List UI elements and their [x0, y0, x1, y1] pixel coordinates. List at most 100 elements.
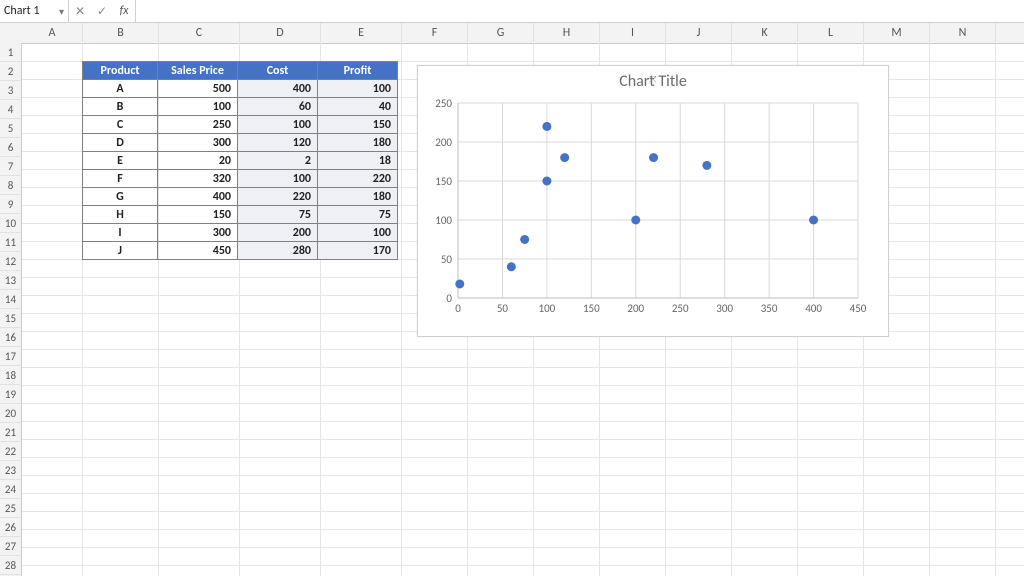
- row-header[interactable]: 23: [0, 461, 22, 480]
- row-header[interactable]: 18: [0, 366, 22, 385]
- col-header-I[interactable]: I: [600, 23, 666, 44]
- name-box[interactable]: Chart 1 ▾: [0, 0, 69, 22]
- table-cell[interactable]: J: [83, 242, 158, 260]
- row-header[interactable]: 26: [0, 518, 22, 537]
- table-cell[interactable]: 320: [158, 170, 238, 188]
- table-row[interactable]: C250100150: [83, 116, 398, 134]
- table-cell[interactable]: 280: [238, 242, 318, 260]
- row-header[interactable]: 19: [0, 385, 22, 404]
- row-header[interactable]: 24: [0, 480, 22, 499]
- table-row[interactable]: B1006040: [83, 98, 398, 116]
- row-header[interactable]: 10: [0, 214, 22, 233]
- table-header[interactable]: Product: [83, 62, 158, 80]
- row-header[interactable]: 1: [0, 43, 22, 62]
- row-header[interactable]: 12: [0, 252, 22, 271]
- table-cell[interactable]: 60: [238, 98, 318, 116]
- row-header[interactable]: 14: [0, 290, 22, 309]
- row-header[interactable]: 16: [0, 328, 22, 347]
- formula-input[interactable]: [136, 0, 1024, 22]
- col-header-M[interactable]: M: [864, 23, 930, 44]
- worksheet[interactable]: ABCDEFGHIJKLMNO 123456789101112131415161…: [0, 23, 1024, 576]
- table-cell[interactable]: 170: [318, 242, 398, 260]
- row-header[interactable]: 2: [0, 62, 22, 81]
- row-header[interactable]: 17: [0, 347, 22, 366]
- table-cell[interactable]: 75: [238, 206, 318, 224]
- embedded-chart[interactable]: ⤧ Chart Title 05010015020025005010015020…: [417, 65, 889, 337]
- col-header-K[interactable]: K: [732, 23, 798, 44]
- table-cell[interactable]: 400: [238, 80, 318, 98]
- table-cell[interactable]: 100: [238, 116, 318, 134]
- row-header[interactable]: 27: [0, 537, 22, 556]
- table-header[interactable]: Cost: [238, 62, 318, 80]
- table-cell[interactable]: B: [83, 98, 158, 116]
- col-header-L[interactable]: L: [798, 23, 864, 44]
- table-row[interactable]: D300120180: [83, 134, 398, 152]
- table-cell[interactable]: 300: [158, 224, 238, 242]
- chart-plot-area[interactable]: 0501001502002500501001502002503003504004…: [418, 93, 868, 323]
- table-cell[interactable]: 200: [238, 224, 318, 242]
- table-cell[interactable]: 450: [158, 242, 238, 260]
- table-row[interactable]: G400220180: [83, 188, 398, 206]
- select-all-corner[interactable]: [0, 23, 23, 44]
- col-header-H[interactable]: H: [534, 23, 600, 44]
- row-header[interactable]: 15: [0, 309, 22, 328]
- table-cell[interactable]: 150: [158, 206, 238, 224]
- table-cell[interactable]: 220: [318, 170, 398, 188]
- col-header-D[interactable]: D: [240, 23, 321, 44]
- table-cell[interactable]: 250: [158, 116, 238, 134]
- table-cell[interactable]: G: [83, 188, 158, 206]
- col-header-N[interactable]: N: [930, 23, 996, 44]
- table-row[interactable]: E20218: [83, 152, 398, 170]
- row-header[interactable]: 13: [0, 271, 22, 290]
- row-header[interactable]: 28: [0, 556, 22, 575]
- fx-icon[interactable]: fx: [113, 4, 135, 18]
- table-cell[interactable]: 75: [318, 206, 398, 224]
- table-cell[interactable]: 400: [158, 188, 238, 206]
- row-header[interactable]: 8: [0, 176, 22, 195]
- row-header[interactable]: 3: [0, 81, 22, 100]
- row-header[interactable]: 5: [0, 119, 22, 138]
- table-cell[interactable]: 150: [318, 116, 398, 134]
- table-cell[interactable]: I: [83, 224, 158, 242]
- row-header[interactable]: 7: [0, 157, 22, 176]
- table-cell[interactable]: 100: [318, 224, 398, 242]
- table-cell[interactable]: H: [83, 206, 158, 224]
- chart-move-handle-icon[interactable]: ⤧: [649, 74, 656, 85]
- table-cell[interactable]: 2: [238, 152, 318, 170]
- row-header[interactable]: 4: [0, 100, 22, 119]
- table-cell[interactable]: 100: [158, 98, 238, 116]
- row-header[interactable]: 21: [0, 423, 22, 442]
- col-header-C[interactable]: C: [159, 23, 240, 44]
- col-header-B[interactable]: B: [83, 23, 159, 44]
- table-cell[interactable]: C: [83, 116, 158, 134]
- table-cell[interactable]: 100: [318, 80, 398, 98]
- col-header-G[interactable]: G: [468, 23, 534, 44]
- cancel-icon[interactable]: ✕: [69, 4, 91, 19]
- table-cell[interactable]: 220: [238, 188, 318, 206]
- data-table[interactable]: ProductSales PriceCostProfitA500400100B1…: [82, 61, 398, 260]
- chevron-down-icon[interactable]: ▾: [59, 5, 64, 18]
- table-cell[interactable]: 20: [158, 152, 238, 170]
- row-header[interactable]: 6: [0, 138, 22, 157]
- table-cell[interactable]: 100: [238, 170, 318, 188]
- col-header-E[interactable]: E: [321, 23, 402, 44]
- table-header[interactable]: Profit: [318, 62, 398, 80]
- col-header-O[interactable]: O: [996, 23, 1024, 44]
- table-cell[interactable]: 18: [318, 152, 398, 170]
- table-cell[interactable]: A: [83, 80, 158, 98]
- col-header-F[interactable]: F: [402, 23, 468, 44]
- row-header[interactable]: 22: [0, 442, 22, 461]
- table-cell[interactable]: E: [83, 152, 158, 170]
- confirm-icon[interactable]: ✓: [91, 4, 113, 19]
- table-cell[interactable]: 500: [158, 80, 238, 98]
- table-cell[interactable]: 180: [318, 188, 398, 206]
- row-header[interactable]: 9: [0, 195, 22, 214]
- table-row[interactable]: I300200100: [83, 224, 398, 242]
- row-header[interactable]: 25: [0, 499, 22, 518]
- table-cell[interactable]: 180: [318, 134, 398, 152]
- col-header-J[interactable]: J: [666, 23, 732, 44]
- row-header[interactable]: 11: [0, 233, 22, 252]
- table-cell[interactable]: 300: [158, 134, 238, 152]
- table-header[interactable]: Sales Price: [158, 62, 238, 80]
- row-header[interactable]: 20: [0, 404, 22, 423]
